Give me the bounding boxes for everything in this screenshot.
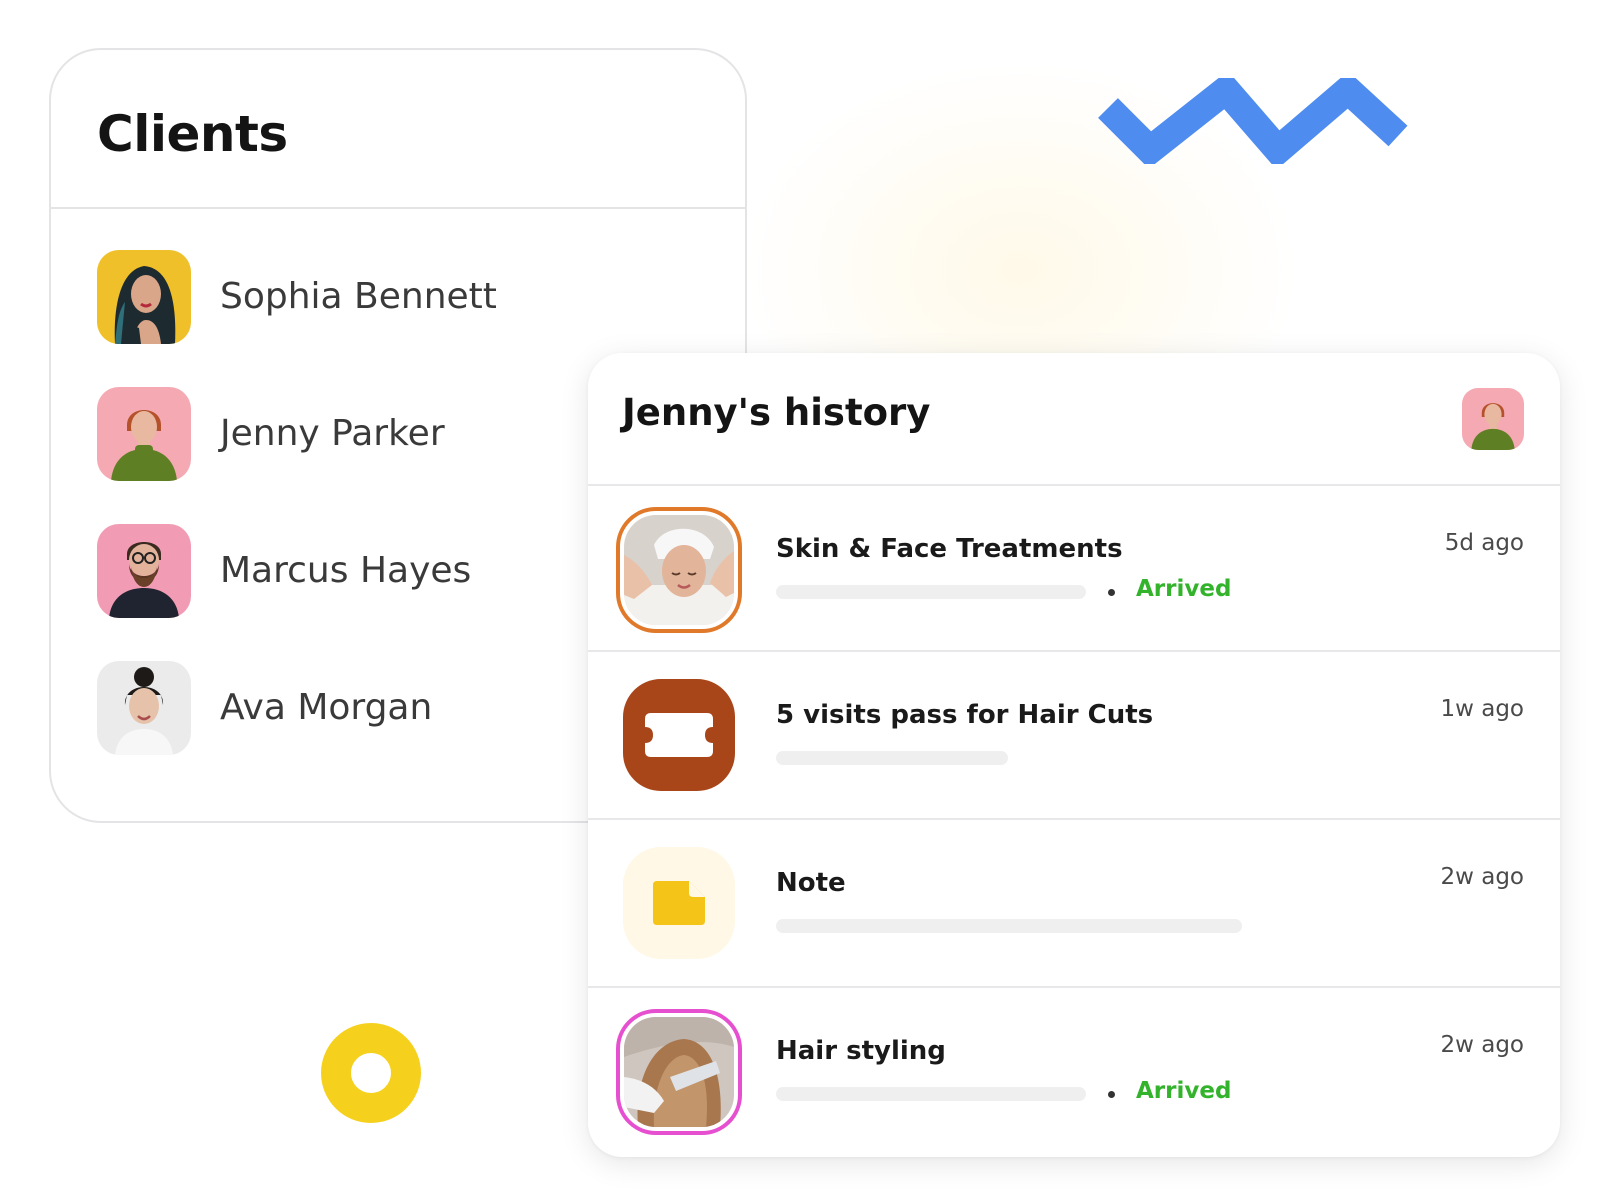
ticket-icon bbox=[623, 679, 735, 791]
avatar bbox=[97, 250, 191, 344]
client-name: Ava Morgan bbox=[220, 687, 433, 728]
clients-divider bbox=[51, 207, 745, 209]
placeholder-bar bbox=[776, 1087, 1086, 1101]
hair-styling-photo bbox=[616, 1009, 742, 1135]
client-name: Jenny Parker bbox=[220, 413, 445, 454]
history-item-skin-face[interactable]: Skin & Face Treatments 5d ago Arrived bbox=[588, 485, 1560, 651]
placeholder-bar bbox=[776, 919, 1242, 933]
note-icon bbox=[623, 847, 735, 959]
avatar bbox=[97, 524, 191, 618]
history-item-note[interactable]: Note 2w ago bbox=[588, 819, 1560, 985]
zigzag-decoration bbox=[1098, 78, 1408, 164]
history-item-visits-pass[interactable]: 5 visits pass for Hair Cuts 1w ago bbox=[588, 651, 1560, 817]
history-title: Jenny's history bbox=[622, 391, 931, 434]
bullet-dot bbox=[1108, 589, 1115, 596]
client-name: Marcus Hayes bbox=[220, 550, 472, 591]
client-name: Sophia Bennett bbox=[220, 276, 497, 317]
avatar[interactable] bbox=[1462, 388, 1524, 450]
clients-title: Clients bbox=[97, 105, 288, 163]
client-row-sophia-bennett[interactable]: Sophia Bennett bbox=[97, 250, 697, 344]
history-item-title: Hair styling bbox=[776, 1036, 946, 1066]
ring-decoration bbox=[321, 1023, 421, 1123]
face-treatment-photo bbox=[616, 507, 742, 633]
history-item-title: Skin & Face Treatments bbox=[776, 534, 1123, 564]
history-item-time: 2w ago bbox=[1440, 1032, 1524, 1058]
placeholder-bar bbox=[776, 751, 1008, 765]
avatar bbox=[97, 661, 191, 755]
history-item-time: 5d ago bbox=[1444, 530, 1524, 556]
history-item-title: Note bbox=[776, 868, 846, 898]
history-item-hair-styling[interactable]: Hair styling 2w ago Arrived bbox=[588, 987, 1560, 1153]
avatar bbox=[97, 387, 191, 481]
placeholder-bar bbox=[776, 585, 1086, 599]
history-item-time: 2w ago bbox=[1440, 864, 1524, 890]
history-item-time: 1w ago bbox=[1440, 696, 1524, 722]
status-label: Arrived bbox=[1136, 1078, 1232, 1104]
status-label: Arrived bbox=[1136, 576, 1232, 602]
history-card: Jenny's history Skin & Face Treatments 5… bbox=[588, 353, 1560, 1157]
bullet-dot bbox=[1108, 1091, 1115, 1098]
history-item-title: 5 visits pass for Hair Cuts bbox=[776, 700, 1154, 730]
